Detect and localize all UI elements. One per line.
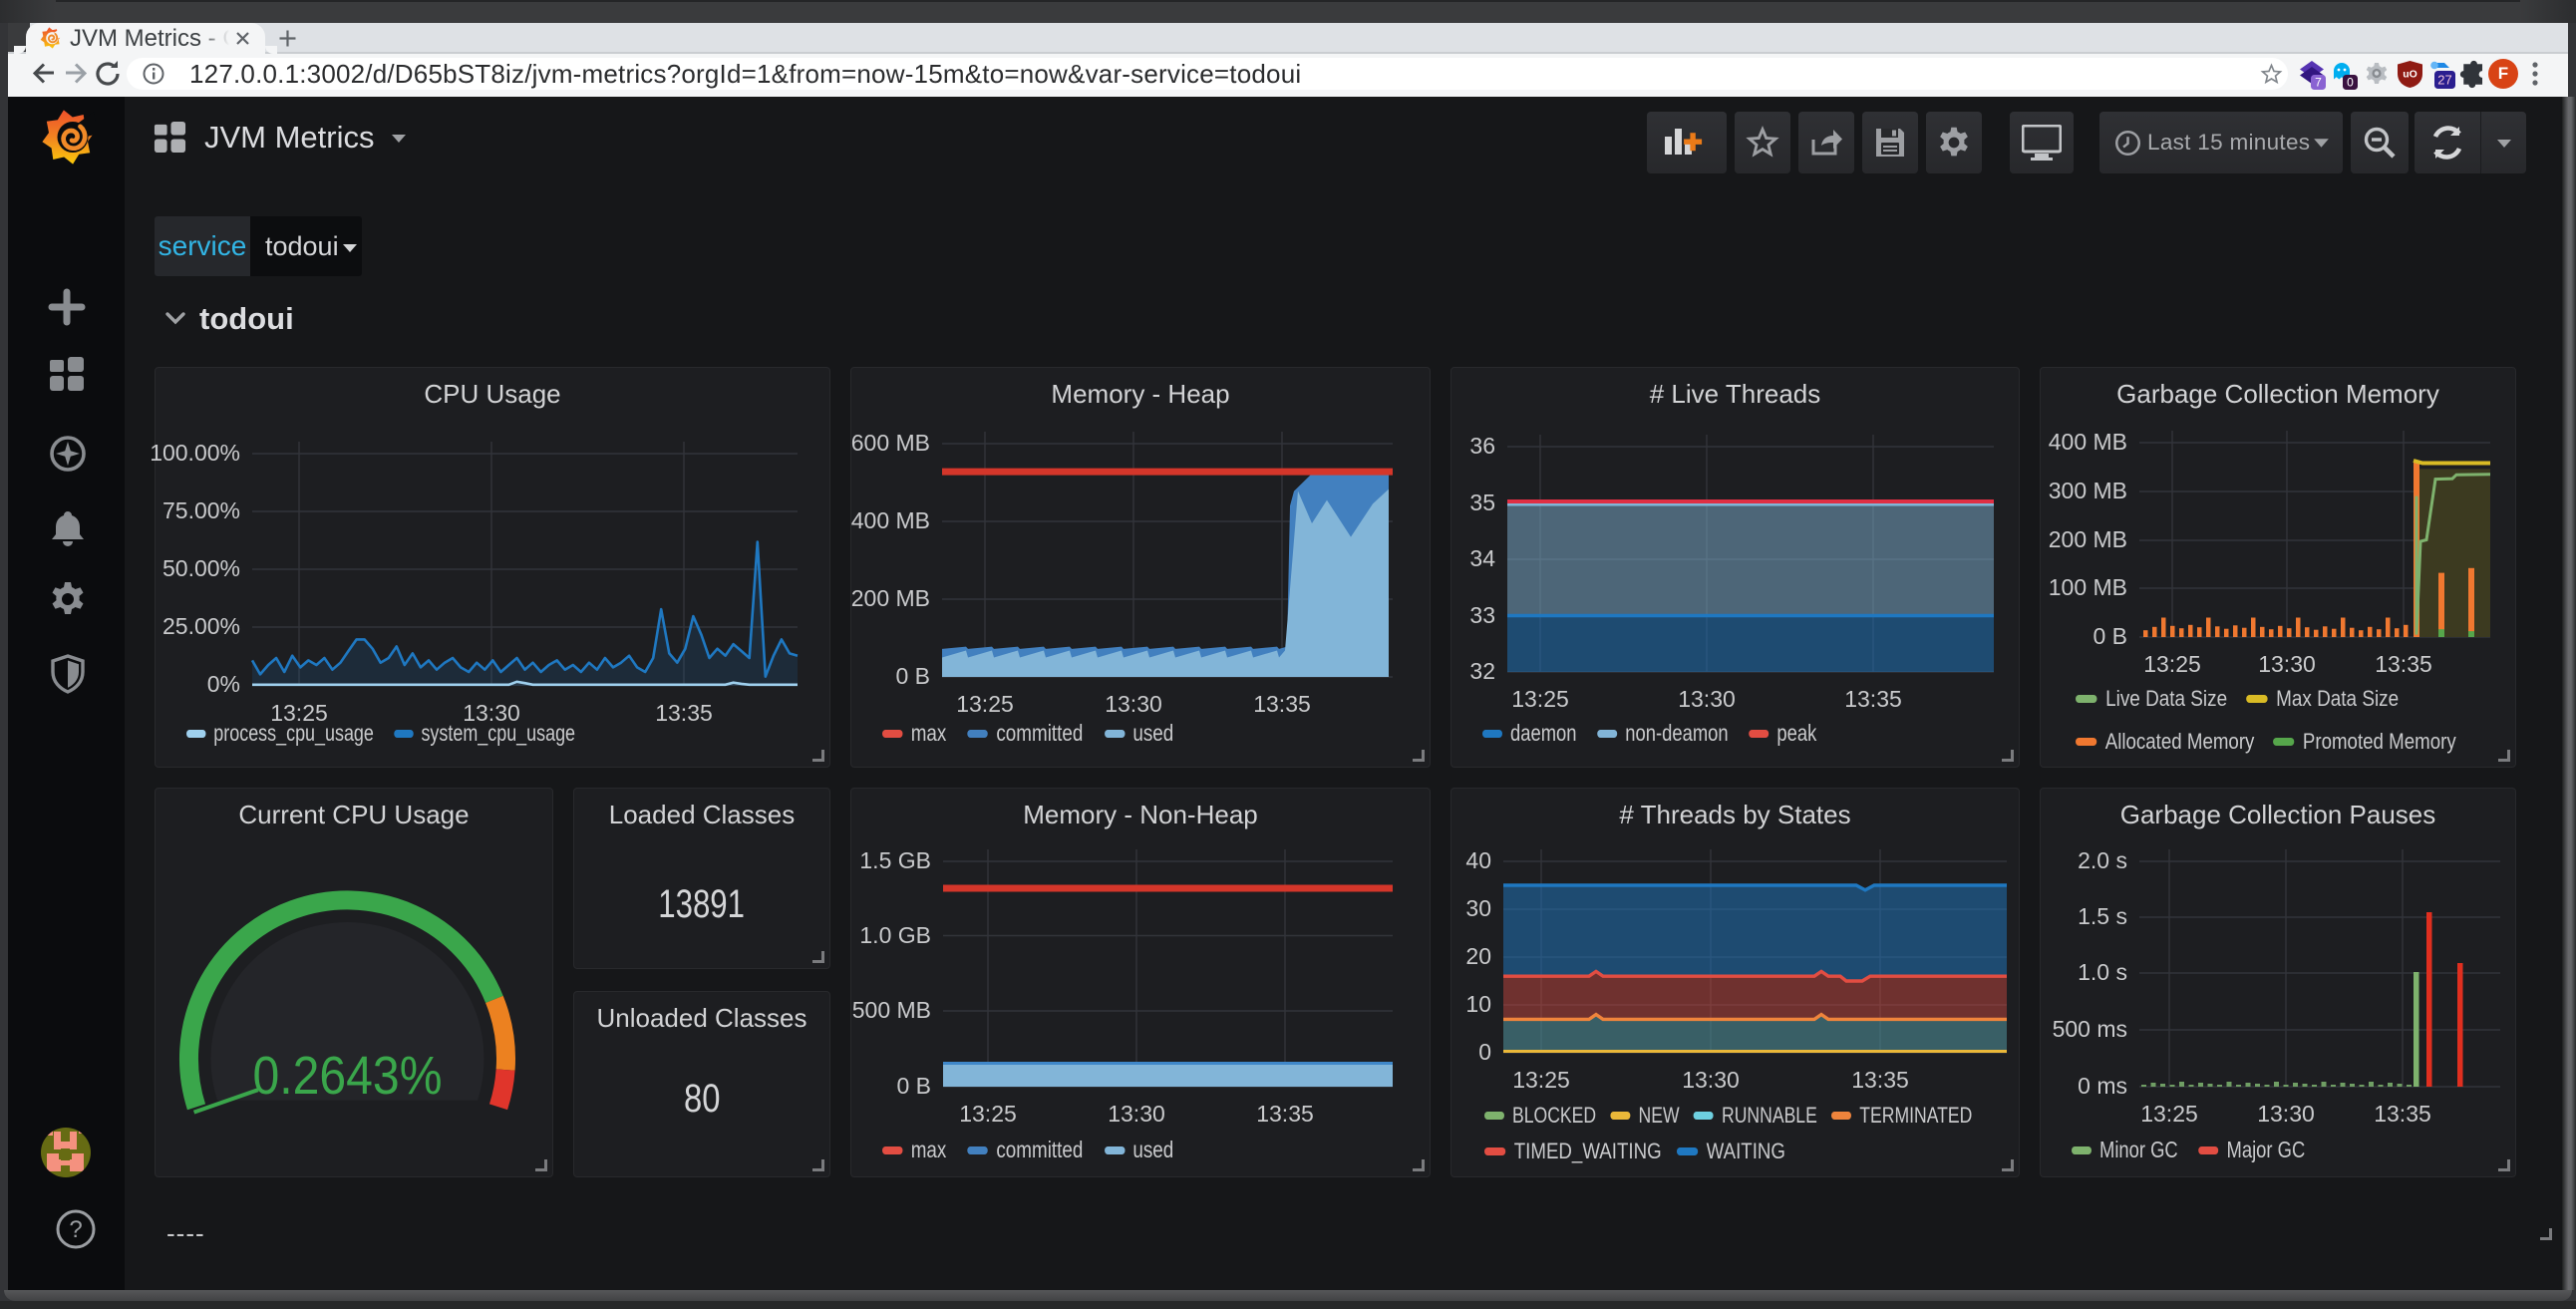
svg-text:27: 27 [2437, 73, 2451, 88]
svg-text:?: ? [69, 1216, 82, 1243]
svg-text:0: 0 [2347, 76, 2354, 90]
svg-text:uO: uO [2403, 69, 2417, 81]
svg-text:7: 7 [2315, 76, 2322, 90]
svg-text:0.2643%: 0.2643% [253, 1046, 443, 1106]
